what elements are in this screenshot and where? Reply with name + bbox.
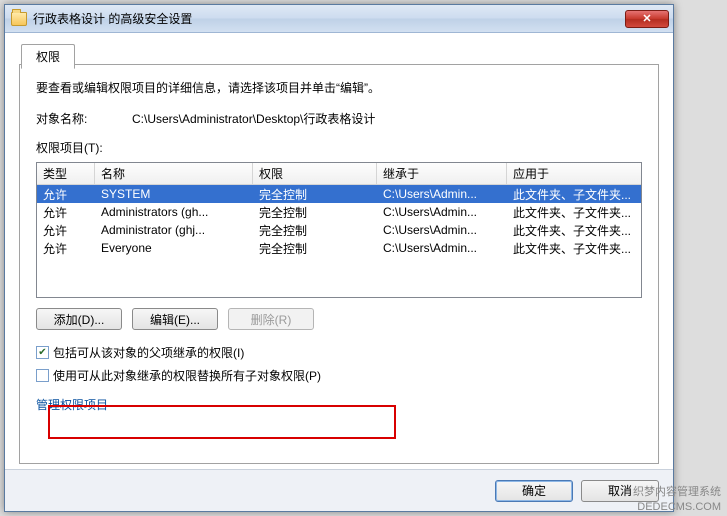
cell-type: 允许 bbox=[37, 222, 95, 239]
titlebar: 行政表格设计 的高级安全设置 ✕ bbox=[5, 5, 673, 33]
dialog-button-bar: 确定 取消 bbox=[5, 469, 673, 511]
cell-apply: 此文件夹、子文件夹... bbox=[507, 222, 641, 239]
table-row[interactable]: 允许Everyone完全控制C:\Users\Admin...此文件夹、子文件夹… bbox=[37, 239, 641, 257]
replace-children-checkbox[interactable] bbox=[36, 369, 49, 382]
tab-body: 要查看或编辑权限项目的详细信息，请选择该项目并单击“编辑”。 对象名称: C:\… bbox=[19, 64, 659, 464]
permission-listview[interactable]: 类型 名称 权限 继承于 应用于 允许SYSTEM完全控制C:\Users\Ad… bbox=[36, 162, 642, 298]
perm-items-label: 权限项目(T): bbox=[36, 139, 642, 156]
object-name-row: 对象名称: C:\Users\Administrator\Desktop\行政表… bbox=[36, 110, 642, 127]
table-row[interactable]: 允许Administrator (ghj...完全控制C:\Users\Admi… bbox=[37, 221, 641, 239]
cell-perm: 完全控制 bbox=[253, 222, 377, 239]
description-text: 要查看或编辑权限项目的详细信息，请选择该项目并单击“编辑”。 bbox=[36, 79, 642, 96]
dialog-window: 行政表格设计 的高级安全设置 ✕ 权限 要查看或编辑权限项目的详细信息，请选择该… bbox=[4, 4, 674, 512]
cell-inherit: C:\Users\Admin... bbox=[377, 241, 507, 255]
table-row[interactable]: 允许Administrators (gh...完全控制C:\Users\Admi… bbox=[37, 203, 641, 221]
cell-name: Administrator (ghj... bbox=[95, 223, 253, 237]
col-name[interactable]: 名称 bbox=[95, 163, 253, 184]
content-area: 权限 要查看或编辑权限项目的详细信息，请选择该项目并单击“编辑”。 对象名称: … bbox=[5, 33, 673, 469]
col-inherit[interactable]: 继承于 bbox=[377, 163, 507, 184]
watermark-line1: 织梦内容管理系统 bbox=[633, 485, 721, 499]
add-button[interactable]: 添加(D)... bbox=[36, 308, 122, 330]
window-title: 行政表格设计 的高级安全设置 bbox=[33, 10, 625, 27]
cell-apply: 此文件夹、子文件夹... bbox=[507, 204, 641, 221]
object-name-value: C:\Users\Administrator\Desktop\行政表格设计 bbox=[132, 110, 642, 127]
remove-button: 删除(R) bbox=[228, 308, 314, 330]
manage-perm-link[interactable]: 管理权限项目 bbox=[36, 396, 108, 413]
watermark-line2: DEDECMS.COM bbox=[633, 500, 721, 514]
cell-perm: 完全控制 bbox=[253, 186, 377, 203]
include-inherit-row: ✔ 包括可从该对象的父项继承的权限(I) bbox=[36, 344, 642, 361]
cell-perm: 完全控制 bbox=[253, 204, 377, 221]
col-type[interactable]: 类型 bbox=[37, 163, 95, 184]
cell-name: Everyone bbox=[95, 241, 253, 255]
cell-inherit: C:\Users\Admin... bbox=[377, 187, 507, 201]
ok-button[interactable]: 确定 bbox=[495, 480, 573, 502]
watermark: 织梦内容管理系统 DEDECMS.COM bbox=[633, 485, 721, 514]
cell-apply: 此文件夹、子文件夹... bbox=[507, 240, 641, 257]
listview-header: 类型 名称 权限 继承于 应用于 bbox=[37, 163, 641, 185]
col-apply[interactable]: 应用于 bbox=[507, 163, 641, 184]
cell-type: 允许 bbox=[37, 240, 95, 257]
edit-button[interactable]: 编辑(E)... bbox=[132, 308, 218, 330]
replace-children-label: 使用可从此对象继承的权限替换所有子对象权限(P) bbox=[53, 367, 321, 384]
include-inherit-checkbox[interactable]: ✔ bbox=[36, 346, 49, 359]
replace-children-row: 使用可从此对象继承的权限替换所有子对象权限(P) bbox=[36, 367, 642, 384]
close-button[interactable]: ✕ bbox=[625, 10, 669, 28]
folder-icon bbox=[11, 12, 27, 26]
cell-apply: 此文件夹、子文件夹... bbox=[507, 186, 641, 203]
cell-type: 允许 bbox=[37, 186, 95, 203]
cell-name: Administrators (gh... bbox=[95, 205, 253, 219]
button-row: 添加(D)... 编辑(E)... 删除(R) bbox=[36, 308, 642, 330]
cell-type: 允许 bbox=[37, 204, 95, 221]
cell-name: SYSTEM bbox=[95, 187, 253, 201]
cell-perm: 完全控制 bbox=[253, 240, 377, 257]
tab-permissions[interactable]: 权限 bbox=[21, 44, 75, 69]
include-inherit-label: 包括可从该对象的父项继承的权限(I) bbox=[53, 344, 244, 361]
listview-rows: 允许SYSTEM完全控制C:\Users\Admin...此文件夹、子文件夹..… bbox=[37, 185, 641, 257]
object-name-label: 对象名称: bbox=[36, 110, 132, 127]
table-row[interactable]: 允许SYSTEM完全控制C:\Users\Admin...此文件夹、子文件夹..… bbox=[37, 185, 641, 203]
tab-strip: 权限 bbox=[19, 43, 659, 65]
cell-inherit: C:\Users\Admin... bbox=[377, 205, 507, 219]
cell-inherit: C:\Users\Admin... bbox=[377, 223, 507, 237]
col-perm[interactable]: 权限 bbox=[253, 163, 377, 184]
